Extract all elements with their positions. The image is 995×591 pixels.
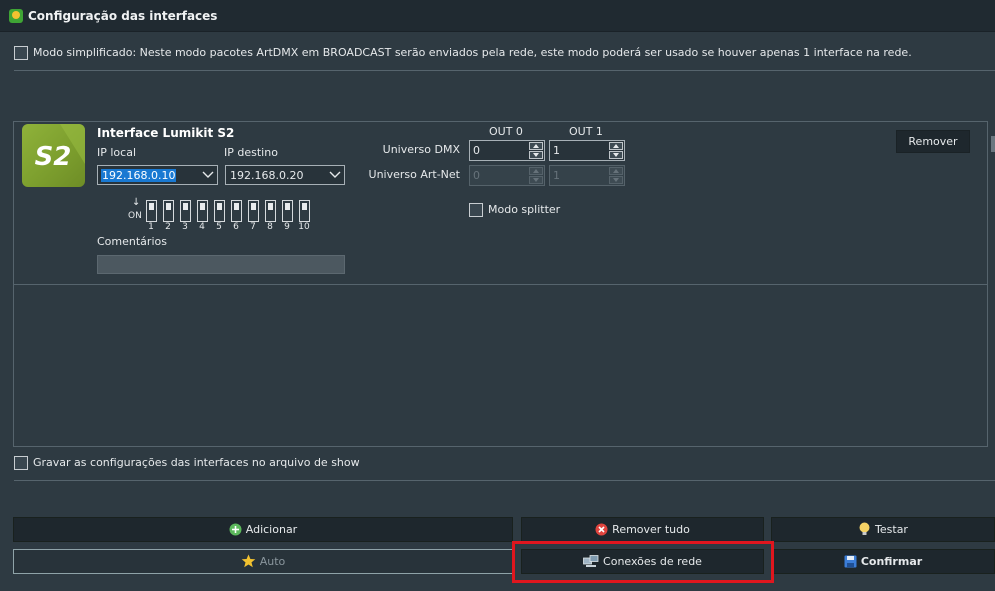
simplified-mode-checkbox[interactable]: [14, 46, 28, 60]
out1-artnet-value: 1: [553, 169, 560, 182]
remove-icon: [595, 523, 608, 535]
confirm-label[interactable]: Confirmar: [861, 555, 922, 568]
dip-switch-number: 6: [233, 222, 239, 232]
save-config-label[interactable]: Gravar as configurações das interfaces n…: [33, 456, 360, 469]
chevron-down-icon[interactable]: [329, 170, 341, 180]
dip-switch[interactable]: [282, 200, 293, 222]
spin-up-icon[interactable]: [609, 142, 623, 150]
spin-down-icon: [609, 176, 623, 184]
dip-switch-number: 9: [284, 222, 290, 232]
spin-down-icon: [529, 176, 543, 184]
dip-switch[interactable]: [214, 200, 225, 222]
divider: [14, 480, 995, 481]
title-bar: Configuração das interfaces: [0, 0, 995, 32]
add-icon: [229, 523, 242, 535]
star-icon: [241, 554, 256, 568]
add-button-label[interactable]: Adicionar: [246, 523, 297, 536]
out0-artnet-value: 0: [473, 169, 480, 182]
scrollbar-thumb[interactable]: [991, 136, 995, 152]
auto-label[interactable]: Auto: [260, 555, 286, 568]
dip-switch-number: 5: [216, 222, 222, 232]
out0-dmx-spinbox[interactable]: 0: [469, 140, 545, 161]
interface-list: S2 Interface Lumikit S2 IP local IP dest…: [13, 121, 988, 447]
dip-switch[interactable]: [265, 200, 276, 222]
test-label[interactable]: Testar: [875, 523, 908, 536]
dip-switch[interactable]: [299, 200, 310, 222]
out0-artnet-spinbox: 0: [469, 165, 545, 186]
highlight-box: [512, 541, 774, 583]
out1-artnet-spinbox: 1: [549, 165, 625, 186]
confirm-button[interactable]: Confirmar: [771, 549, 995, 574]
out1-header: OUT 1: [569, 125, 603, 138]
dip-switch-number: 1: [148, 222, 154, 232]
remove-interface-button[interactable]: Remover: [896, 130, 970, 153]
spin-up-icon: [529, 167, 543, 175]
chevron-down-icon[interactable]: [202, 170, 214, 180]
ip-local-label: IP local: [97, 146, 137, 159]
ip-dest-select[interactable]: 192.168.0.20: [225, 165, 345, 185]
spin-down-icon[interactable]: [609, 151, 623, 159]
save-config-checkbox[interactable]: [14, 456, 28, 470]
remove-all-label[interactable]: Remover tudo: [612, 523, 690, 536]
lightbulb-icon: [859, 522, 870, 535]
spin-up-icon[interactable]: [529, 142, 543, 150]
splitter-mode-checkbox[interactable]: [469, 203, 483, 217]
ip-dest-label: IP destino: [224, 146, 278, 159]
ip-local-select[interactable]: 192.168.0.10: [97, 165, 218, 185]
universe-dmx-label: Universo DMX: [382, 143, 460, 156]
dip-switch-number: 10: [298, 222, 310, 232]
interface-name: Interface Lumikit S2: [97, 126, 235, 140]
dip-switch[interactable]: [146, 200, 157, 222]
save-icon: [844, 555, 857, 567]
out1-dmx-spinbox[interactable]: 1: [549, 140, 625, 161]
dip-switch[interactable]: [231, 200, 242, 222]
spin-down-icon[interactable]: [529, 151, 543, 159]
out0-dmx-value[interactable]: 0: [473, 144, 480, 157]
dip-switch[interactable]: [163, 200, 174, 222]
ip-local-value[interactable]: 192.168.0.10: [101, 169, 177, 182]
app-logo-icon: [9, 9, 23, 23]
dip-on-label: ON: [128, 211, 142, 221]
dip-switch[interactable]: [180, 200, 191, 222]
ip-dest-value[interactable]: 192.168.0.20: [229, 169, 304, 182]
dip-switch-number: 8: [267, 222, 273, 232]
spin-up-icon: [609, 167, 623, 175]
dip-switch-number: 2: [165, 222, 171, 232]
comments-label: Comentários: [97, 235, 167, 248]
window-title: Configuração das interfaces: [28, 9, 218, 23]
dip-switch-number: 7: [250, 222, 256, 232]
out1-dmx-value[interactable]: 1: [553, 144, 560, 157]
dip-switch[interactable]: [197, 200, 208, 222]
simplified-mode-label[interactable]: Modo simplificado: Neste modo pacotes Ar…: [33, 46, 912, 59]
dip-switch[interactable]: [248, 200, 259, 222]
out0-header: OUT 0: [489, 125, 523, 138]
dip-arrow-icon: ↓: [132, 197, 141, 208]
add-button[interactable]: Adicionar: [13, 517, 513, 542]
interface-logo: S2: [22, 124, 85, 187]
dip-switch-number: 3: [182, 222, 188, 232]
logo-text: S2: [35, 142, 72, 172]
remove-all-button[interactable]: Remover tudo: [521, 517, 764, 542]
item-separator: [14, 284, 987, 285]
comments-input[interactable]: [97, 255, 345, 274]
test-button[interactable]: Testar: [771, 517, 995, 542]
auto-button[interactable]: Auto: [13, 549, 513, 574]
divider: [14, 70, 995, 71]
dip-switch-number: 4: [199, 222, 205, 232]
universe-artnet-label: Universo Art-Net: [368, 168, 460, 181]
splitter-mode-label[interactable]: Modo splitter: [488, 203, 560, 216]
